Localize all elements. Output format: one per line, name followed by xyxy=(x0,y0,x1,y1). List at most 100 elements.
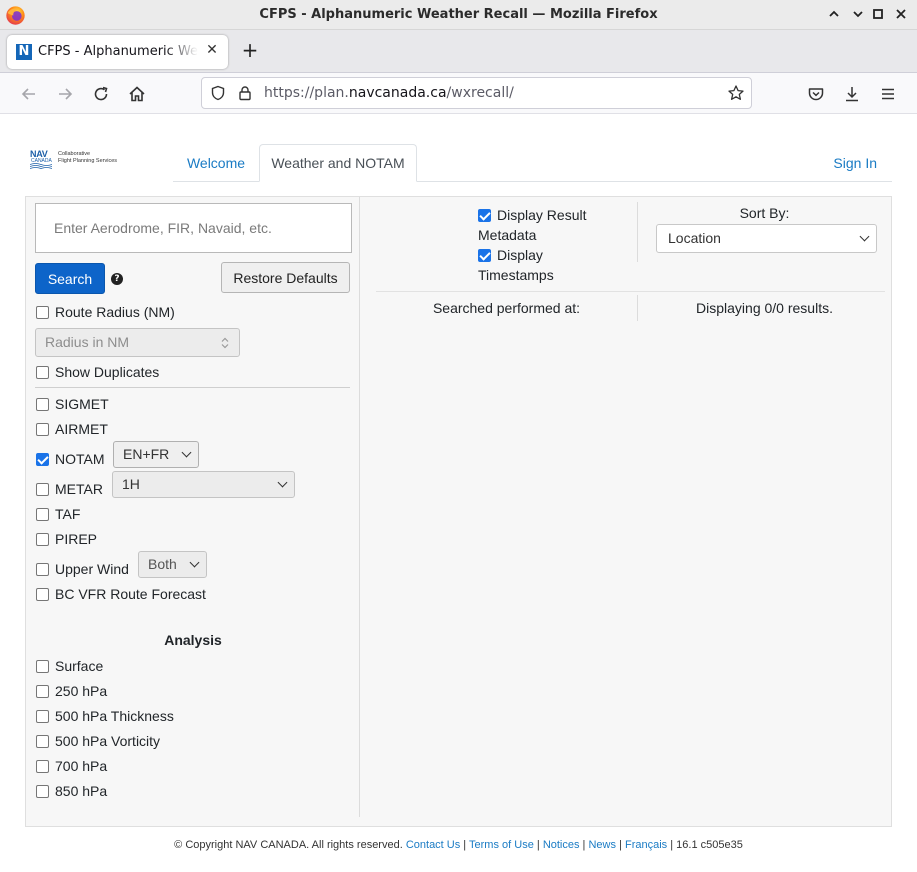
tab-strip: N CFPS - Alphanumeric Weather Recall ✕ + xyxy=(0,30,917,73)
footer-sep: | xyxy=(460,839,470,851)
display-timestamps-option[interactable]: Display Timestamps xyxy=(478,245,638,285)
new-tab-icon[interactable]: + xyxy=(240,39,260,61)
route-radius-checkbox[interactable] xyxy=(36,305,49,319)
restore-defaults-button[interactable]: Restore Defaults xyxy=(221,262,350,293)
taf-checkbox[interactable] xyxy=(36,507,49,521)
reload-icon[interactable] xyxy=(90,83,112,105)
display-metadata-checkbox[interactable] xyxy=(478,209,491,222)
results-column: Display Result Metadata Display Timestam… xyxy=(361,197,891,817)
show-duplicates-checkbox[interactable] xyxy=(36,365,49,379)
metar-label: METAR xyxy=(55,481,103,497)
home-icon[interactable] xyxy=(126,83,148,105)
product-bc-vfr[interactable]: BC VFR Route Forecast xyxy=(36,585,206,603)
bookmark-star-icon[interactable] xyxy=(727,84,745,102)
francais-link[interactable]: Français xyxy=(625,839,667,851)
notices-link[interactable]: Notices xyxy=(543,839,580,851)
tracking-shield-icon[interactable] xyxy=(210,85,226,101)
250hpa-checkbox[interactable] xyxy=(36,684,49,698)
upper-wind-checkbox[interactable] xyxy=(36,562,49,576)
logo-tagline-1: Collaborative xyxy=(58,151,91,157)
metar-checkbox[interactable] xyxy=(36,482,49,496)
address-bar[interactable]: https://plan.navcanada.ca/wxrecall/ xyxy=(201,77,752,109)
analysis-500hpa-vorticity[interactable]: 500 hPa Vorticity xyxy=(36,732,160,750)
radius-nm-input[interactable]: Radius in NM xyxy=(35,328,240,357)
sort-by-value: Location xyxy=(668,230,721,246)
surface-checkbox[interactable] xyxy=(36,659,49,673)
notam-checkbox[interactable] xyxy=(36,452,49,466)
news-link[interactable]: News xyxy=(588,839,616,851)
sigmet-checkbox[interactable] xyxy=(36,397,49,411)
hamburger-menu-icon[interactable] xyxy=(877,83,899,105)
url-path: /wxrecall/ xyxy=(446,85,514,101)
pocket-icon[interactable] xyxy=(805,83,827,105)
analysis-850hpa[interactable]: 850 hPa xyxy=(36,782,107,800)
analysis-surface[interactable]: Surface xyxy=(36,657,103,675)
airmet-label: AIRMET xyxy=(55,421,108,437)
display-metadata-label-1: Display Result xyxy=(497,207,587,223)
500hpa-thickness-checkbox[interactable] xyxy=(36,709,49,723)
sort-by-select[interactable]: Location xyxy=(656,224,877,253)
notam-language-value: EN+FR xyxy=(123,446,170,462)
display-options: Display Result Metadata Display Timestam… xyxy=(478,205,638,285)
aerodrome-search-input[interactable] xyxy=(35,203,352,253)
analysis-250hpa[interactable]: 250 hPa xyxy=(36,682,107,700)
logo-waves-icon xyxy=(30,163,52,169)
analysis-700hpa[interactable]: 700 hPa xyxy=(36,757,107,775)
metar-period-select[interactable]: 1H xyxy=(112,471,295,498)
url-text: https://plan.navcanada.ca/wxrecall/ xyxy=(264,85,514,101)
pirep-label: PIREP xyxy=(55,531,98,547)
product-notam[interactable]: NOTAM xyxy=(36,450,105,468)
display-timestamps-checkbox[interactable] xyxy=(478,249,491,262)
upper-wind-select[interactable]: Both xyxy=(138,551,207,578)
forward-arrow-icon[interactable] xyxy=(54,83,76,105)
500hpa-vorticity-checkbox[interactable] xyxy=(36,734,49,748)
close-window-icon[interactable] xyxy=(893,6,909,22)
product-sigmet[interactable]: SIGMET xyxy=(36,395,109,413)
chevron-down-icon xyxy=(859,231,870,242)
footer-sep: | xyxy=(667,839,677,851)
number-spinner-icon[interactable] xyxy=(221,337,229,349)
navcanada-logo[interactable]: NAV CANADA Collaborative Flight Planning… xyxy=(30,149,130,171)
route-radius-option[interactable]: Route Radius (NM) xyxy=(36,303,175,321)
airmet-checkbox[interactable] xyxy=(36,422,49,436)
display-metadata-option[interactable]: Display Result Metadata xyxy=(478,205,638,245)
nav-tab-welcome[interactable]: Welcome xyxy=(174,144,258,182)
results-header-divider xyxy=(376,291,885,292)
show-duplicates-option[interactable]: Show Duplicates xyxy=(36,363,159,381)
minimize-icon[interactable] xyxy=(826,6,842,22)
footer-sep: | xyxy=(616,839,625,851)
sign-in-link[interactable]: Sign In xyxy=(833,144,877,182)
route-radius-label: Route Radius (NM) xyxy=(55,304,175,320)
nav-tab-weather-notam[interactable]: Weather and NOTAM xyxy=(259,144,417,182)
product-taf[interactable]: TAF xyxy=(36,505,80,523)
pirep-checkbox[interactable] xyxy=(36,532,49,546)
contact-us-link[interactable]: Contact Us xyxy=(406,839,460,851)
product-metar[interactable]: METAR xyxy=(36,480,103,498)
url-domain: navcanada.ca xyxy=(348,85,447,101)
500hpa-vorticity-label: 500 hPa Vorticity xyxy=(55,733,161,749)
notam-label: NOTAM xyxy=(55,451,105,467)
downloads-icon[interactable] xyxy=(841,83,863,105)
maximize-icon[interactable] xyxy=(870,6,886,22)
terms-of-use-link[interactable]: Terms of Use xyxy=(469,839,534,851)
display-timestamps-label-1: Display xyxy=(497,247,543,263)
help-icon[interactable]: ? xyxy=(111,273,123,285)
back-arrow-icon[interactable] xyxy=(18,83,40,105)
850hpa-checkbox[interactable] xyxy=(36,784,49,798)
browser-tab-active[interactable]: N CFPS - Alphanumeric Weather Recall ✕ xyxy=(7,35,228,69)
search-button[interactable]: Search xyxy=(35,263,105,294)
display-timestamps-label-2: Timestamps xyxy=(478,267,554,283)
product-upper-wind[interactable]: Upper Wind xyxy=(36,560,129,578)
product-pirep[interactable]: PIREP xyxy=(36,530,97,548)
radius-nm-placeholder: Radius in NM xyxy=(45,334,130,350)
700hpa-checkbox[interactable] xyxy=(36,759,49,773)
bc-vfr-checkbox[interactable] xyxy=(36,587,49,601)
700hpa-label: 700 hPa xyxy=(55,758,108,774)
analysis-500hpa-thickness[interactable]: 500 hPa Thickness xyxy=(36,707,174,725)
close-tab-icon[interactable]: ✕ xyxy=(204,42,220,60)
notam-language-select[interactable]: EN+FR xyxy=(113,441,199,468)
lock-icon[interactable] xyxy=(237,85,253,101)
bc-vfr-label: BC VFR Route Forecast xyxy=(55,586,206,602)
restore-down-icon[interactable] xyxy=(850,6,866,22)
product-airmet[interactable]: AIRMET xyxy=(36,420,108,438)
